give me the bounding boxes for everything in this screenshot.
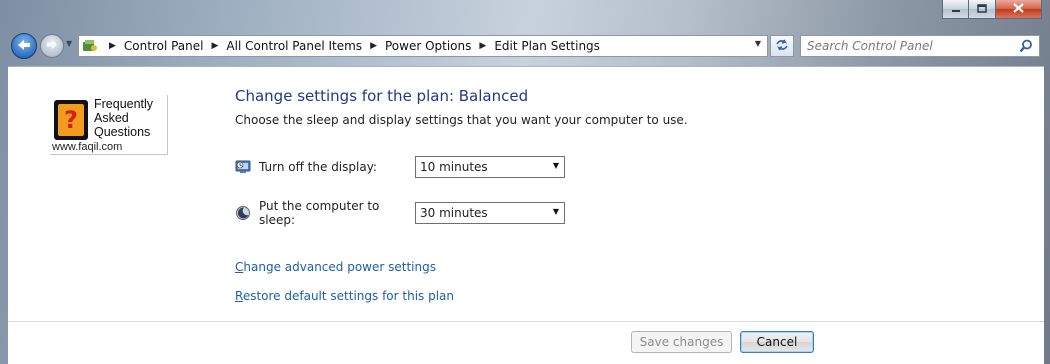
forward-button[interactable] [40,34,64,58]
refresh-button[interactable] [770,35,794,57]
breadcrumb-separator-icon[interactable]: ▶ [109,41,116,51]
sleep-timeout-select[interactable]: 30 minutes ▼ [415,202,565,224]
maximize-button[interactable] [969,0,996,19]
save-changes-button[interactable]: Save changes [631,331,732,353]
address-dropdown-icon[interactable]: ▼ [755,39,761,48]
page-subtitle: Choose the sleep and display settings th… [235,113,688,127]
setting-label-display: Turn off the display: [235,159,415,175]
select-value: 30 minutes [420,206,488,220]
chevron-down-icon: ▼ [552,207,559,216]
restore-defaults-link[interactable]: Restore default settings for this plan [235,289,454,303]
minimize-icon [951,3,961,16]
control-panel-icon [79,37,101,55]
link-text: hange advanced power settings [243,260,436,274]
link-access-key: R [235,289,243,303]
forward-arrow-icon [46,39,58,53]
back-button[interactable] [11,33,37,59]
window-controls [942,0,1042,20]
question-mark-icon: ? [54,100,88,140]
maximize-icon [977,3,987,16]
recent-pages-dropdown-icon[interactable]: ▼ [66,39,72,48]
search-box[interactable] [800,35,1040,57]
setting-row-sleep: Put the computer to sleep: 30 minutes ▼ [235,199,565,227]
setting-row-display: Turn off the display: 10 minutes ▼ [235,156,565,178]
refresh-icon [775,39,789,54]
page-title: Change settings for the plan: Balanced [235,87,529,105]
breadcrumb: ▶ Control Panel ▶ All Control Panel Item… [101,39,600,53]
breadcrumb-separator-icon[interactable]: ▶ [479,41,486,51]
close-icon [1013,2,1024,16]
chevron-down-icon: ▼ [552,161,559,170]
address-bar[interactable]: ▶ Control Panel ▶ All Control Panel Item… [78,35,768,57]
faq-line: Questions [94,125,151,139]
advanced-power-settings-link[interactable]: Change advanced power settings [235,260,436,274]
setting-label-text: Put the computer to sleep: [259,199,380,227]
breadcrumb-all-items[interactable]: All Control Panel Items [226,39,362,53]
search-input[interactable] [807,39,1017,53]
minimize-button[interactable] [942,0,969,19]
back-arrow-icon [17,39,31,54]
breadcrumb-power-options[interactable]: Power Options [385,39,471,53]
setting-label-text: Turn off the display: [259,160,377,174]
sleep-moon-icon [235,205,251,221]
link-text: estore default settings for this plan [242,289,455,303]
faq-logo: ? Frequently Asked Questions www.faqil.c… [50,95,168,155]
breadcrumb-control-panel[interactable]: Control Panel [124,39,204,53]
faq-line: Asked [94,111,129,125]
faq-url: www.faqil.com [52,141,123,153]
display-icon [235,159,251,175]
breadcrumb-edit-plan-settings[interactable]: Edit Plan Settings [494,39,600,53]
breadcrumb-separator-icon[interactable]: ▶ [370,41,377,51]
select-value: 10 minutes [420,160,488,174]
faq-logo-text: Frequently Asked Questions [94,97,153,139]
setting-label-sleep: Put the computer to sleep: [235,199,415,227]
footer-divider [8,321,1044,322]
faq-line: Frequently [94,97,154,111]
cancel-button[interactable]: Cancel [740,331,814,353]
display-timeout-select[interactable]: 10 minutes ▼ [415,156,565,178]
close-button[interactable] [996,0,1042,19]
search-icon[interactable] [1019,39,1033,56]
breadcrumb-separator-icon[interactable]: ▶ [212,41,219,51]
